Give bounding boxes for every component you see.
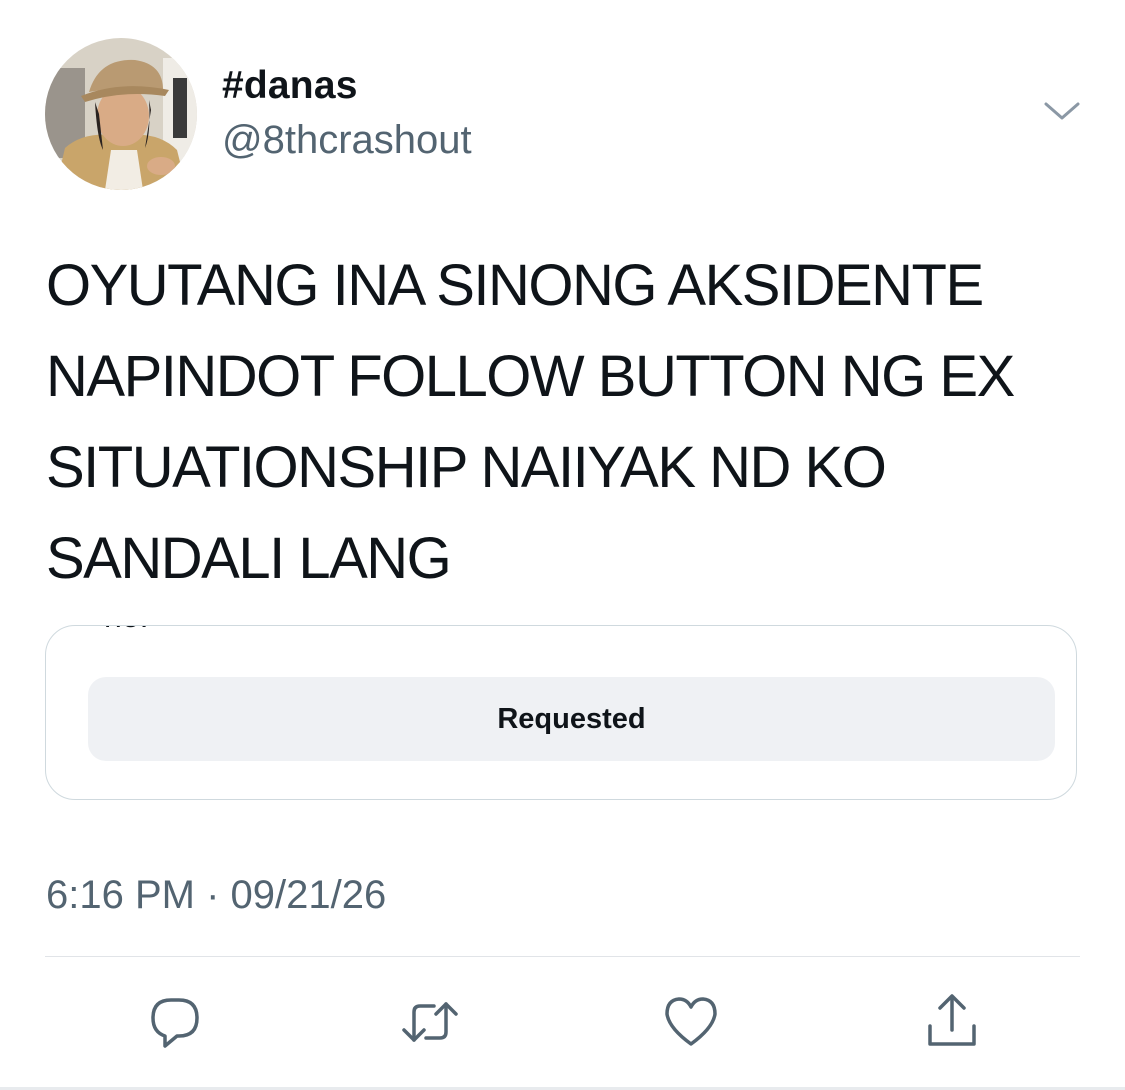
chevron-down-icon [1044,102,1080,120]
reply-icon [151,998,199,1048]
share-icon [928,994,976,1046]
reply-button[interactable] [143,990,207,1054]
display-name[interactable]: #danas [222,62,358,110]
embedded-screenshot-card[interactable]: no. Requested [45,625,1077,800]
tweet-text-line: SANDALI LANG [46,526,452,591]
retweet-icon [402,1002,458,1042]
avatar[interactable] [45,38,197,190]
tweet-text: OYUTANG INA SINONG AKSIDENTE NAPINDOT FO… [46,240,1086,604]
avatar-image [45,38,197,190]
retweet-button[interactable] [398,990,462,1054]
user-handle[interactable]: @8thcrashout [222,116,472,164]
requested-button[interactable]: Requested [88,677,1055,761]
share-button[interactable] [920,990,984,1054]
like-button[interactable] [659,990,723,1054]
tweet-text-line: SITUATIONSHIP NAIIYAK ND KO [46,435,887,500]
tweet-text-line: NAPINDOT FOLLOW BUTTON NG EX [46,344,1015,409]
more-options-button[interactable] [1038,92,1086,132]
heart-icon [665,997,717,1046]
tweet-text-line: OYUTANG INA SINONG AKSIDENTE [46,253,984,318]
divider [45,956,1080,957]
tweet-timestamp[interactable]: 6:16 PM · 09/21/26 [46,870,386,920]
cropped-text: no. [104,626,148,636]
